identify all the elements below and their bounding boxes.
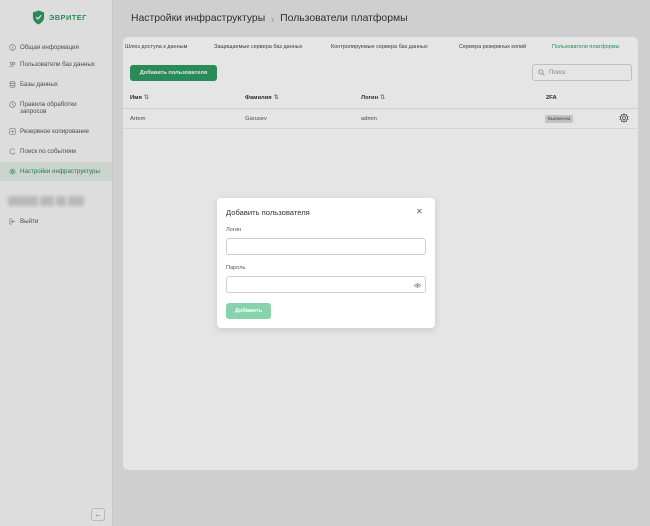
add-user-modal: Добавить пользователя ✕ Логин Пароль Доб… xyxy=(217,198,435,328)
modal-title: Добавить пользователя xyxy=(226,208,310,217)
password-field[interactable] xyxy=(226,276,426,293)
eye-icon[interactable] xyxy=(414,282,421,289)
close-icon[interactable]: ✕ xyxy=(416,208,423,216)
submit-add-button[interactable]: Добавить xyxy=(226,303,271,319)
login-label: Логин xyxy=(226,227,242,233)
password-label: Пароль xyxy=(226,265,246,271)
login-field[interactable] xyxy=(226,238,426,255)
